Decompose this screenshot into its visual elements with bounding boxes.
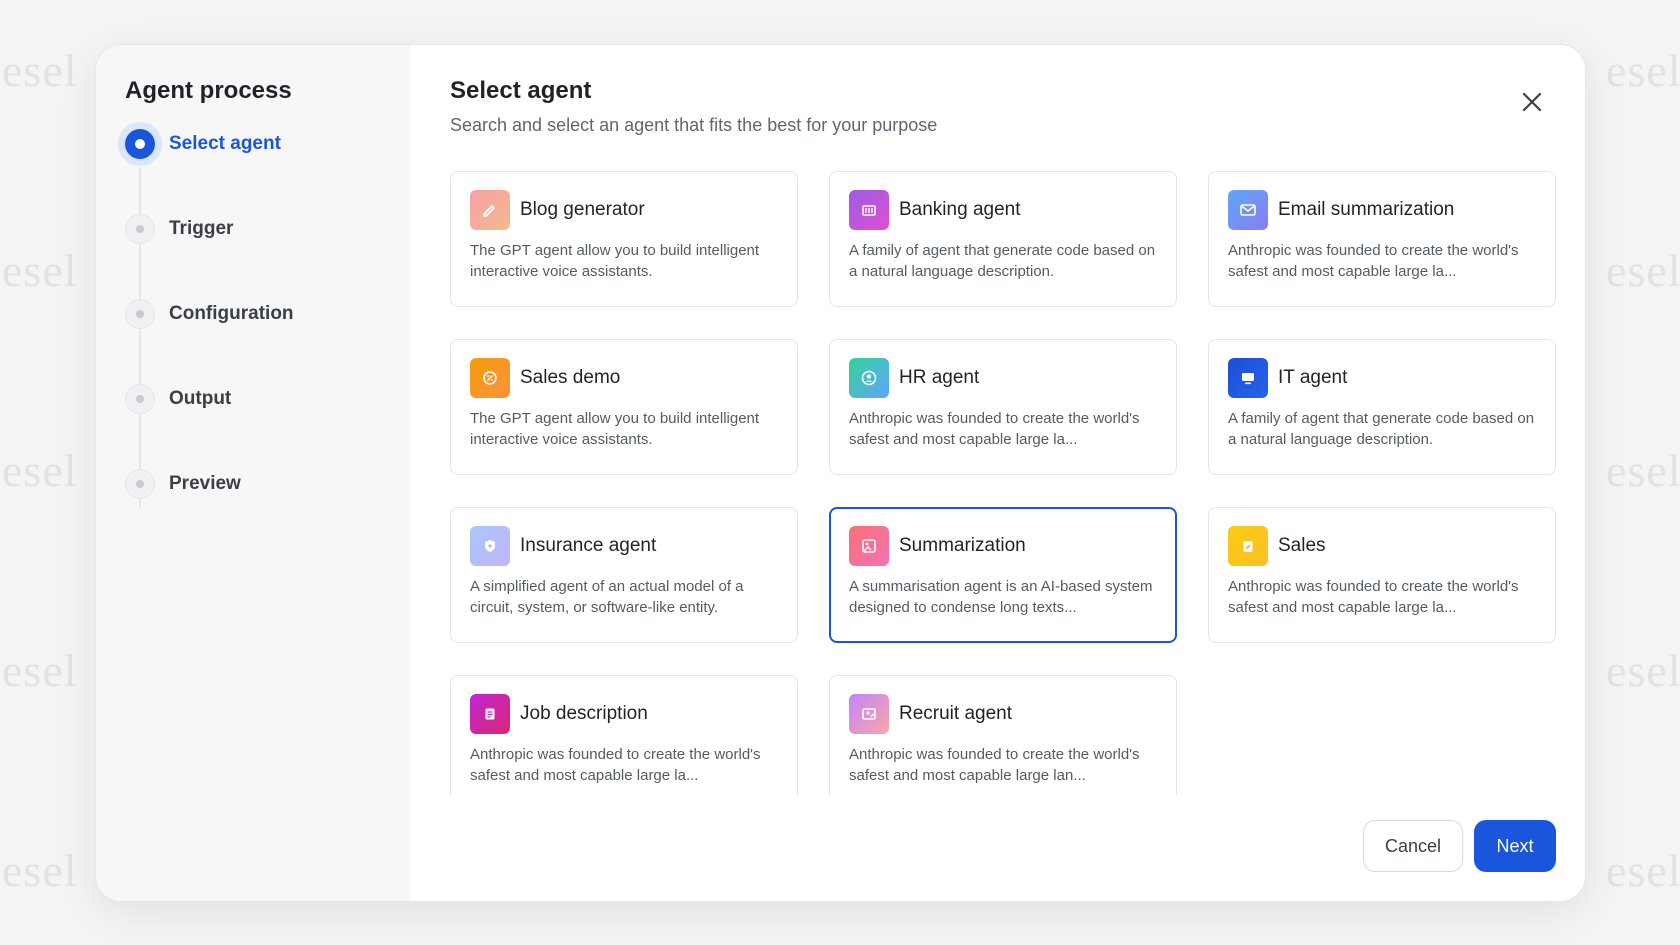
agent-card-header: Job description (470, 694, 779, 734)
agent-card-header: Summarization (849, 526, 1158, 566)
watermark-left-4: esel (2, 645, 78, 696)
watermark-right-4: esel (1606, 645, 1680, 696)
agent-card-header: HR agent (849, 358, 1158, 398)
agent-grid-scroll[interactable]: Blog generator The GPT agent allow you to… (450, 171, 1562, 795)
agent-card-description: A family of agent that generate code bas… (849, 242, 1156, 280)
page-title: Select agent (450, 77, 592, 104)
agent-card-description: A family of agent that generate code bas… (1228, 410, 1535, 448)
agent-card-email-summarization[interactable]: Email summarization Anthropic was founded… (1208, 171, 1556, 307)
agent-card-header: Recruit agent (849, 694, 1158, 734)
clipboard-icon (1228, 526, 1268, 566)
watermark-left-1: esel (2, 45, 78, 96)
agent-card-summarization[interactable]: Summarization A summarisation agent is an… (829, 507, 1177, 643)
agent-card-description: Anthropic was founded to create the worl… (1228, 242, 1519, 280)
agent-card-header: Insurance agent (470, 526, 779, 566)
main-panel: Select agent Search and select an agent … (410, 45, 1585, 901)
dialog-footer: Cancel Next (1363, 820, 1556, 872)
mail-icon (1228, 190, 1268, 230)
agent-card-title: IT agent (1278, 367, 1348, 388)
step-select-agent[interactable]: Select agent (118, 121, 410, 167)
agent-card-title: Summarization (899, 535, 1026, 556)
step-label: Preview (169, 473, 241, 494)
shield-icon (470, 526, 510, 566)
agent-card-title: Sales (1278, 535, 1326, 556)
step-output[interactable]: Output (125, 376, 410, 422)
agent-card-banking-agent[interactable]: Banking agent A family of agent that gene… (829, 171, 1177, 307)
recruit-icon (849, 694, 889, 734)
monitor-icon (1228, 358, 1268, 398)
watermark-right-2: esel (1606, 245, 1680, 296)
agent-card-header: Sales demo (470, 358, 779, 398)
agent-card-description: A summarisation agent is an AI-based sys… (849, 578, 1153, 616)
step-indicator-active (118, 122, 162, 166)
page-subtitle: Search and select an agent that fits the… (450, 115, 938, 135)
user-icon (849, 358, 889, 398)
agent-card-description: The GPT agent allow you to build intelli… (470, 410, 760, 448)
cancel-button[interactable]: Cancel (1363, 820, 1463, 872)
watermark-right-5: esel (1606, 845, 1680, 896)
agent-card-it-agent[interactable]: IT agent A family of agent that generate … (1208, 339, 1556, 475)
step-configuration[interactable]: Configuration (125, 291, 410, 337)
pen-icon (470, 190, 510, 230)
agent-card-header: Blog generator (470, 190, 779, 230)
watermark-left-5: esel (2, 845, 78, 896)
document-icon (470, 694, 510, 734)
agent-card-header: Banking agent (849, 190, 1158, 230)
agent-card-description: Anthropic was founded to create the worl… (1228, 578, 1519, 616)
agent-card-title: Email summarization (1278, 199, 1455, 220)
step-preview[interactable]: Preview (125, 461, 410, 507)
step-label: Configuration (169, 303, 294, 324)
sidebar-title: Agent process (125, 77, 292, 104)
agent-card-description: The GPT agent allow you to build intelli… (470, 242, 760, 280)
agent-card-description: Anthropic was founded to create the worl… (849, 410, 1140, 448)
step-indicator (125, 384, 155, 414)
agent-card-sales-demo[interactable]: Sales demo The GPT agent allow you to bui… (450, 339, 798, 475)
step-label: Trigger (169, 218, 234, 239)
agent-card-recruit-agent[interactable]: Recruit agent Anthropic was founded to cr… (829, 675, 1177, 795)
step-label: Select agent (169, 133, 281, 154)
watermark-left-3: esel (2, 445, 78, 496)
agent-card-title: HR agent (899, 367, 980, 388)
close-button[interactable] (1517, 87, 1547, 117)
agent-card-title: Job description (520, 703, 648, 724)
agent-card-title: Insurance agent (520, 535, 657, 556)
agent-card-header: Sales (1228, 526, 1537, 566)
step-label: Output (169, 388, 232, 409)
agent-grid: Blog generator The GPT agent allow you to… (450, 171, 1562, 795)
agent-card-description: Anthropic was founded to create the worl… (849, 746, 1140, 784)
watermark-left-2: esel (2, 245, 78, 296)
agent-card-description: Anthropic was founded to create the worl… (470, 746, 761, 784)
sidebar: Agent process Select agent Trigger Confi… (96, 45, 410, 901)
agent-card-title: Recruit agent (899, 703, 1013, 724)
agent-card-description: A simplified agent of an actual model of… (470, 578, 744, 616)
agent-card-job-description[interactable]: Job description Anthropic was founded to … (450, 675, 798, 795)
agent-process-dialog: Agent process Select agent Trigger Confi… (95, 44, 1586, 902)
agent-card-header: Email summarization (1228, 190, 1537, 230)
percent-icon (470, 358, 510, 398)
close-icon (1522, 92, 1542, 112)
step-trigger[interactable]: Trigger (125, 206, 410, 252)
agent-card-title: Banking agent (899, 199, 1021, 220)
step-indicator (125, 469, 155, 499)
agent-card-header: IT agent (1228, 358, 1537, 398)
step-indicator (125, 299, 155, 329)
next-button[interactable]: Next (1474, 820, 1556, 872)
agent-card-hr-agent[interactable]: HR agent Anthropic was founded to create … (829, 339, 1177, 475)
agent-card-title: Sales demo (520, 367, 621, 388)
watermark-right-1: esel (1606, 45, 1680, 96)
stepper: Select agent Trigger Configuration Outpu… (118, 121, 410, 507)
agent-card-insurance-agent[interactable]: Insurance agent A simplified agent of an … (450, 507, 798, 643)
image-icon (849, 526, 889, 566)
agent-card-blog-generator[interactable]: Blog generator The GPT agent allow you to… (450, 171, 798, 307)
agent-card-title: Blog generator (520, 199, 645, 220)
watermark-right-3: esel (1606, 445, 1680, 496)
step-indicator (125, 214, 155, 244)
bank-icon (849, 190, 889, 230)
agent-card-sales[interactable]: Sales Anthropic was founded to create the… (1208, 507, 1556, 643)
